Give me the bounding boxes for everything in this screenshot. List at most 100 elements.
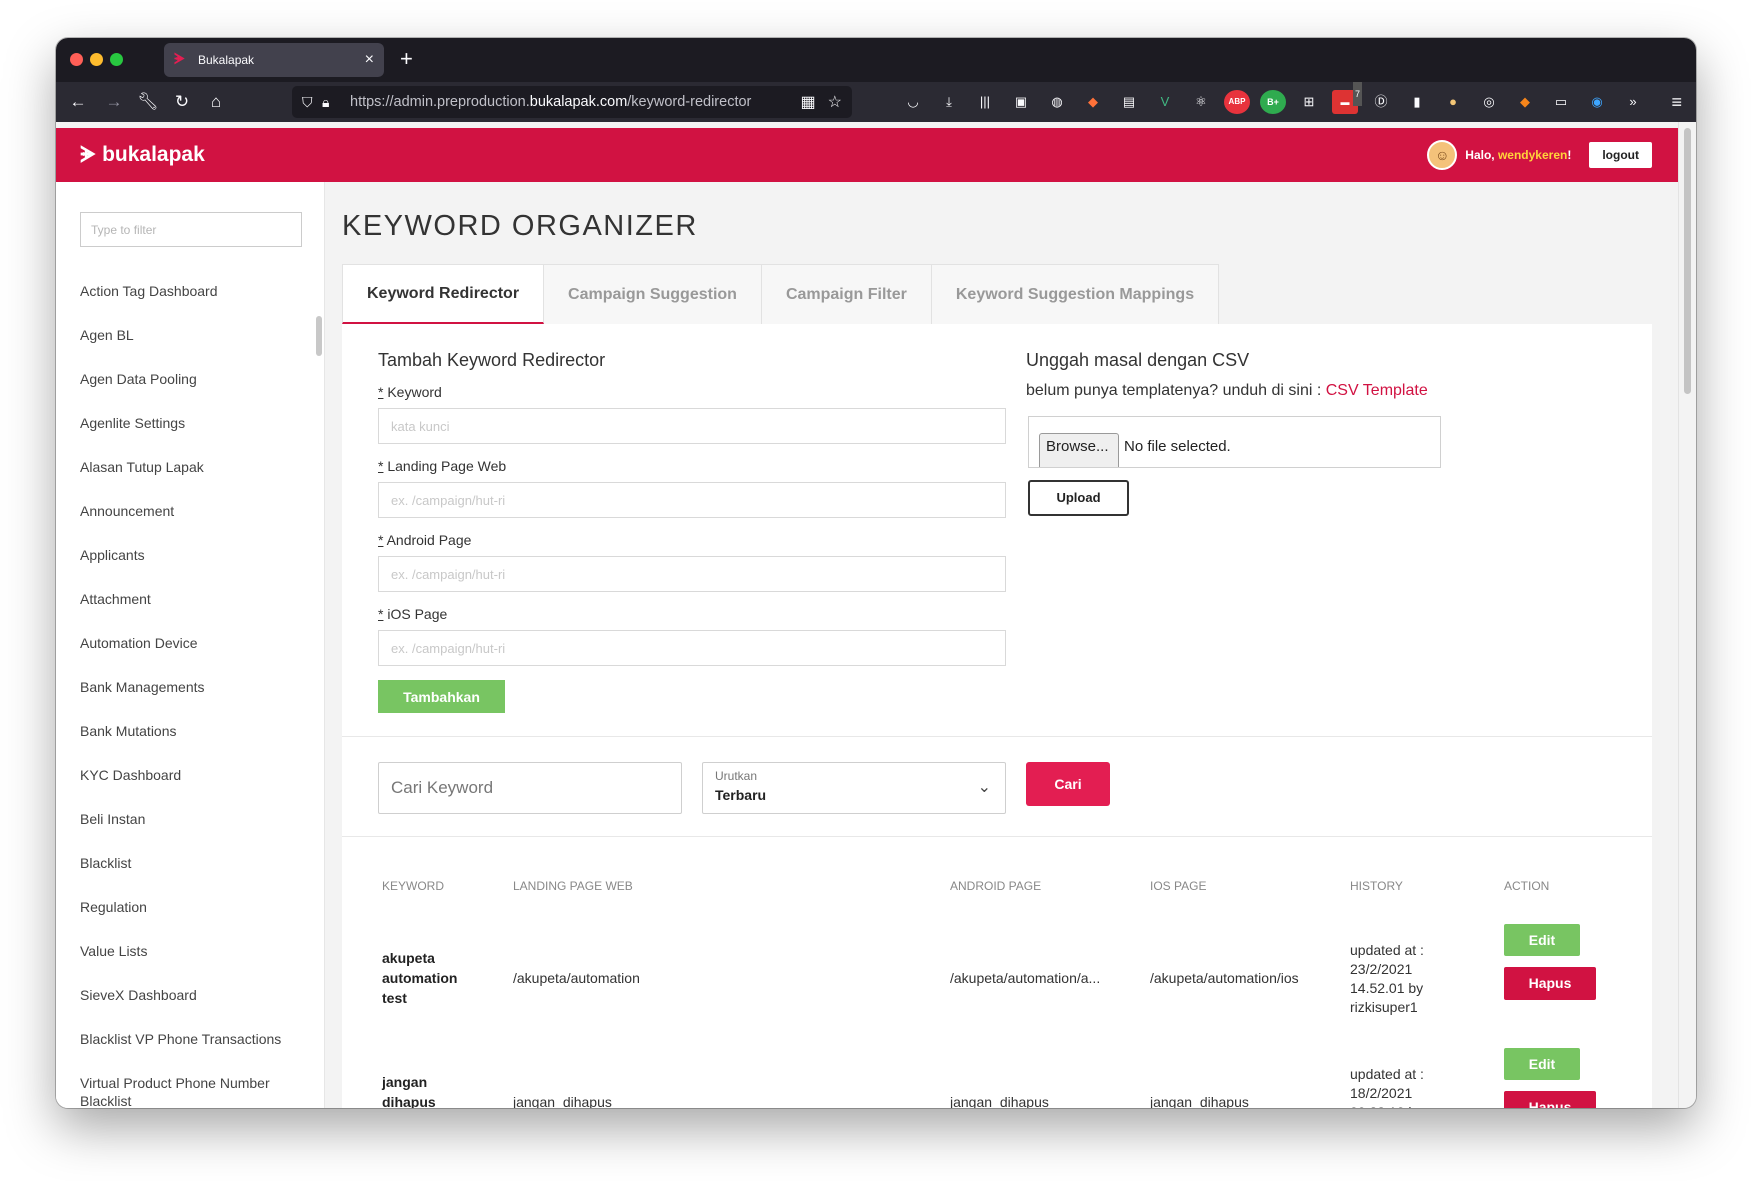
sidebar-item[interactable]: Bank Mutations bbox=[80, 722, 281, 766]
keyword-input[interactable] bbox=[378, 408, 1006, 444]
sidebar-item[interactable]: Automation Device bbox=[80, 634, 281, 678]
tab-keyword-suggestion-mappings[interactable]: Keyword Suggestion Mappings bbox=[931, 264, 1220, 324]
upload-button[interactable]: Upload bbox=[1028, 480, 1129, 516]
sidebar-item[interactable]: Virtual Product Phone Number Blacklist bbox=[80, 1074, 280, 1108]
username: wendykeren bbox=[1497, 148, 1568, 162]
metamask-icon[interactable]: ◆ bbox=[1512, 90, 1538, 114]
globe-icon[interactable]: ◍ bbox=[1044, 90, 1070, 114]
compass-icon[interactable]: ◉ bbox=[1584, 90, 1610, 114]
close-window-button[interactable] bbox=[70, 53, 83, 66]
sidebar-item[interactable]: Agen Data Pooling bbox=[80, 370, 281, 414]
sidebar-item[interactable]: SieveX Dashboard bbox=[80, 986, 281, 1030]
maximize-window-button[interactable] bbox=[110, 53, 123, 66]
d-icon[interactable]: Ⓓ bbox=[1368, 90, 1394, 114]
new-tab-button[interactable]: + bbox=[400, 48, 413, 70]
apps-grid-icon[interactable]: ⊞ bbox=[1296, 90, 1322, 114]
wrench-icon[interactable]: 🔧︎ bbox=[136, 90, 160, 114]
edit-button[interactable]: Edit bbox=[1504, 1048, 1580, 1080]
ios-page-label: * iOS Page bbox=[378, 606, 448, 622]
forward-icon[interactable]: → bbox=[102, 90, 126, 114]
react-icon[interactable]: ⚛ bbox=[1188, 90, 1214, 114]
qr-icon[interactable]: ▣ bbox=[1008, 90, 1034, 114]
hamburger-menu-icon[interactable]: ≡ bbox=[1671, 90, 1682, 114]
back-icon[interactable]: ← bbox=[66, 90, 90, 114]
page-scrollbar-thumb[interactable] bbox=[1684, 128, 1691, 394]
row-android-page: /akupeta/automation/a... bbox=[950, 970, 1101, 986]
home-icon[interactable]: ⌂ bbox=[204, 90, 228, 114]
sidebar-item[interactable]: Agenlite Settings bbox=[80, 414, 281, 458]
tab-strip: ᗚ Bukalapak × + bbox=[56, 38, 1696, 82]
browser-tab[interactable]: ᗚ Bukalapak × bbox=[164, 43, 384, 77]
download-icon[interactable]: ⤓ bbox=[936, 90, 962, 114]
photo-icon[interactable]: ▤ bbox=[1116, 90, 1142, 114]
delete-button[interactable]: Hapus bbox=[1504, 1091, 1596, 1108]
sort-value: Terbaru bbox=[715, 787, 767, 803]
csv-template-link[interactable]: CSV Template bbox=[1326, 382, 1428, 399]
pocket-icon[interactable]: ◡ bbox=[900, 90, 926, 114]
abp-icon[interactable]: ABP bbox=[1224, 90, 1250, 114]
sidebar-item[interactable]: Applicants bbox=[80, 546, 281, 590]
row-history: updated at : 18/2/2021 09.38.10 by bbox=[1350, 1066, 1424, 1108]
search-button[interactable]: Cari bbox=[1026, 762, 1110, 806]
sidebar-item[interactable]: Agen BL bbox=[80, 326, 281, 370]
card-icon[interactable]: ▭ bbox=[1548, 90, 1574, 114]
tab-campaign-suggestion[interactable]: Campaign Suggestion bbox=[544, 264, 762, 324]
tab-keyword-redirector[interactable]: Keyword Redirector bbox=[342, 264, 545, 324]
csv-note: belum punya templatenya? unduh di sini :… bbox=[1026, 382, 1428, 399]
sort-select[interactable]: Urutkan Terbaru ⌄ bbox=[702, 762, 1006, 814]
vue-icon[interactable]: V bbox=[1152, 90, 1178, 114]
tab-close-icon[interactable]: × bbox=[365, 52, 374, 68]
overflow-icon[interactable]: » bbox=[1620, 90, 1646, 114]
lock-icon[interactable]: 🔒︎ bbox=[322, 94, 342, 111]
avatar[interactable]: ☺ bbox=[1427, 140, 1458, 170]
file-input[interactable]: Browse... No file selected. bbox=[1028, 416, 1441, 468]
badge-icon[interactable]: ▬ 7 bbox=[1332, 82, 1362, 114]
sidebar-item[interactable]: Blacklist bbox=[80, 854, 281, 898]
tab-campaign-filter[interactable]: Campaign Filter bbox=[761, 264, 932, 324]
ios-page-input[interactable] bbox=[378, 630, 1006, 666]
minimize-window-button[interactable] bbox=[90, 53, 103, 66]
sidebar-divider bbox=[324, 182, 325, 1108]
browse-button[interactable]: Browse... bbox=[1039, 433, 1119, 467]
grid-icon[interactable]: ▦ bbox=[801, 92, 816, 112]
column-header-landing-page: LANDING PAGE WEB bbox=[513, 879, 633, 893]
sort-caption: Urutkan bbox=[715, 769, 758, 783]
add-keyword-button[interactable]: Tambahkan bbox=[378, 680, 505, 713]
edit-button[interactable]: Edit bbox=[1504, 924, 1580, 956]
shield-icon[interactable]: ⛉ bbox=[302, 94, 322, 111]
delete-button[interactable]: Hapus bbox=[1504, 967, 1596, 1000]
mini-icon[interactable]: ▮ bbox=[1404, 90, 1430, 114]
page-scrollbar[interactable] bbox=[1678, 122, 1696, 1108]
url-text[interactable]: https://admin.preproduction.bukalapak.co… bbox=[350, 94, 789, 110]
library-icon[interactable]: ||| bbox=[972, 90, 998, 114]
sidebar-item[interactable]: Alasan Tutup Lapak bbox=[80, 458, 281, 502]
sidebar-filter-input[interactable] bbox=[80, 212, 302, 247]
page-title: KEYWORD ORGANIZER bbox=[342, 210, 698, 242]
sidebar-item[interactable]: Value Lists bbox=[80, 942, 281, 986]
android-page-input[interactable] bbox=[378, 556, 1006, 592]
sidebar-item[interactable]: Action Tag Dashboard bbox=[80, 282, 281, 326]
sidebar-item[interactable]: Bank Managements bbox=[80, 678, 281, 722]
reload-icon[interactable]: ↻ bbox=[170, 90, 194, 114]
bplus-icon[interactable]: B+ bbox=[1260, 90, 1286, 114]
sidebar-item[interactable]: Attachment bbox=[80, 590, 281, 634]
row-landing-page: /akupeta/automation bbox=[513, 970, 640, 986]
address-bar[interactable]: ⛉ 🔒︎ https://admin.preproduction.bukalap… bbox=[292, 86, 852, 118]
cookie-icon[interactable]: ◎ bbox=[1476, 90, 1502, 114]
sidebar-item[interactable]: Blacklist VP Phone Transactions bbox=[80, 1030, 281, 1074]
brand-logo[interactable]: ᗚ bukalapak bbox=[80, 142, 205, 168]
sidebar-item[interactable]: Regulation bbox=[80, 898, 281, 942]
row-history: updated at : 23/2/2021 14.52.01 by rizki… bbox=[1350, 942, 1424, 1015]
sidebar-item[interactable]: Beli Instan bbox=[80, 810, 281, 854]
sidebar-item[interactable]: KYC Dashboard bbox=[80, 766, 281, 810]
bookmark-star-icon[interactable]: ☆ bbox=[828, 92, 842, 112]
bottle-icon[interactable]: ● bbox=[1440, 90, 1466, 114]
fox-icon[interactable]: ◆ bbox=[1080, 90, 1106, 114]
sidebar-item[interactable]: Announcement bbox=[80, 502, 281, 546]
search-keyword-input[interactable] bbox=[378, 762, 682, 814]
sidebar-scrollbar[interactable] bbox=[316, 316, 322, 356]
landing-page-input[interactable] bbox=[378, 482, 1006, 518]
logout-button[interactable]: logout bbox=[1589, 142, 1652, 168]
column-header-ios-page: IOS PAGE bbox=[1150, 879, 1207, 893]
column-header-history: HISTORY bbox=[1350, 879, 1403, 893]
